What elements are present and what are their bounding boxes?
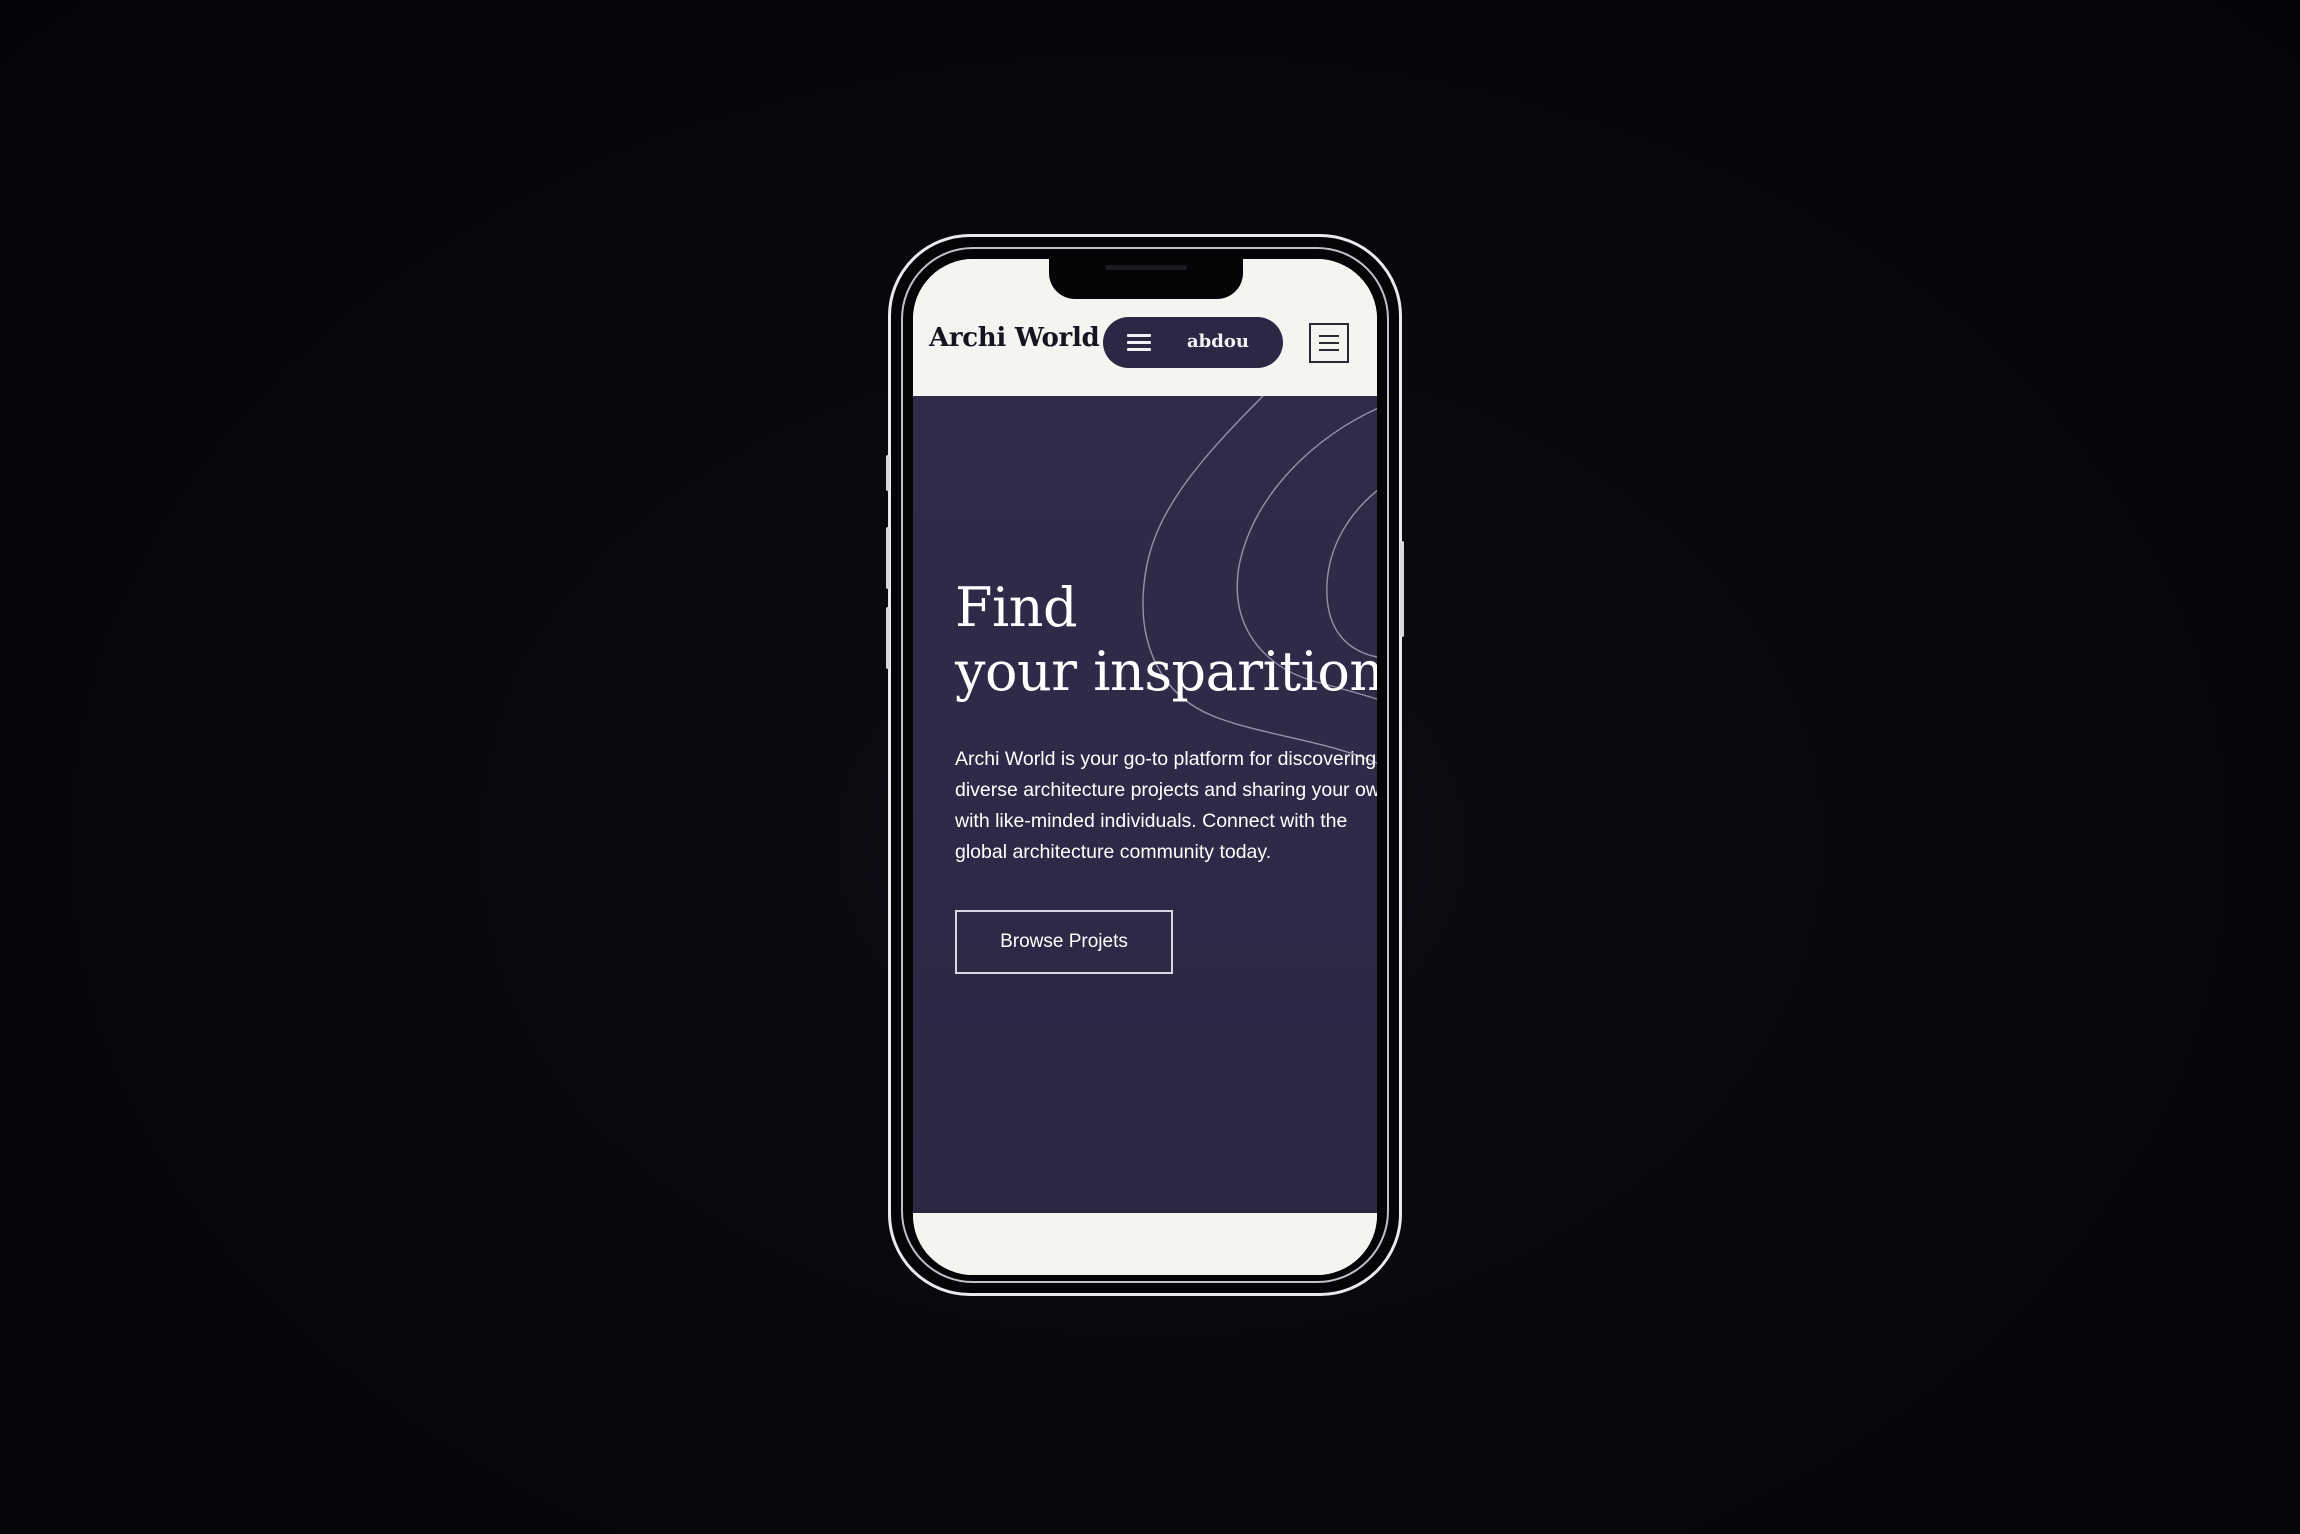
phone-mute-switch bbox=[886, 455, 890, 491]
brand-logo[interactable]: Archi World bbox=[929, 323, 1100, 353]
page-footer-strip bbox=[913, 1213, 1377, 1275]
phone-power-button bbox=[1400, 541, 1404, 637]
hamburger-icon-line bbox=[1319, 335, 1339, 337]
phone-volume-up bbox=[886, 527, 890, 589]
phone-volume-down bbox=[886, 607, 890, 669]
phone-screen: Archi World abdou Find your insparition … bbox=[913, 259, 1377, 1275]
browse-projects-button[interactable]: Browse Projets bbox=[955, 910, 1173, 974]
hero-title: Find your insparition bbox=[955, 576, 1377, 704]
user-name: abdou bbox=[1187, 331, 1249, 352]
user-menu-button[interactable]: abdou bbox=[1103, 317, 1283, 368]
phone-notch bbox=[1049, 259, 1243, 299]
hamburger-icon-line bbox=[1319, 342, 1339, 344]
hamburger-icon-line bbox=[1319, 349, 1339, 351]
hero-title-line-1: Find bbox=[955, 576, 1078, 639]
phone-frame: Archi World abdou Find your insparition … bbox=[886, 234, 1404, 1296]
notch-speaker bbox=[1105, 265, 1187, 270]
nav-menu-button[interactable] bbox=[1309, 323, 1349, 363]
mockup-background: Archi World abdou Find your insparition … bbox=[0, 0, 2300, 1534]
hero-description: Archi World is your go-to platform for d… bbox=[955, 748, 1377, 863]
hero-title-line-2: your insparition bbox=[955, 640, 1377, 703]
hamburger-icon bbox=[1127, 334, 1151, 352]
hero-section: Find your insparition Archi World is you… bbox=[913, 396, 1377, 1213]
